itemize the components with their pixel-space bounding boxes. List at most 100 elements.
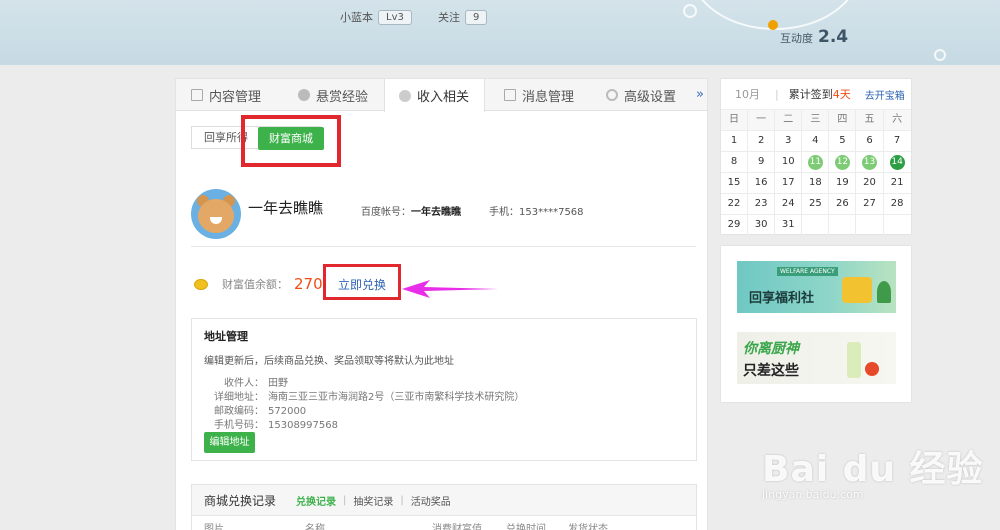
coin-icon [194,278,208,290]
signed-day-marker: 12 [834,154,850,170]
avatar[interactable] [191,189,241,239]
calendar-week: 15 16 17 18 19 20 21 [721,173,911,194]
coin-icon [298,89,310,101]
account-info: 百度帐号：一年去瞧瞧 [361,203,461,218]
calendar-day[interactable]: 15 [721,173,749,193]
welfare-club-banner[interactable]: WELFARE AGENCY 回享福利社 [737,261,896,313]
banner-tag: WELFARE AGENCY [777,267,838,276]
tab-label: 悬赏经验 [316,89,369,105]
address-row: 邮政编码： 572000 [214,406,307,417]
interaction-stat: 互动度 2.4 [780,27,848,47]
calendar-month: 10月 [735,88,760,101]
follow-label: 关注 [438,11,460,24]
tab-lottery-records[interactable]: 抽奖记录 [353,493,393,508]
calendar-day [856,215,884,235]
calendar-day [802,215,830,235]
column-header: 消费财富值 [432,524,482,530]
gear-icon [606,89,618,101]
level-label: 小蓝本 [340,11,373,24]
bottle-icon [847,342,861,378]
calendar-day[interactable]: 12 [829,152,857,172]
calendar-day[interactable]: 10 [775,152,803,172]
tab-event-prizes[interactable]: 活动奖品 [411,493,451,508]
calendar-day[interactable]: 29 [721,215,749,235]
weekday-label: 二 [775,110,803,130]
calendar-day[interactable]: 21 [884,173,911,193]
banner-title: 你离厨神 [743,341,799,357]
decor-circle [934,49,946,61]
fruit-icon [865,362,879,376]
calendar-day[interactable]: 13 [856,152,884,172]
calendar-day[interactable]: 8 [721,152,749,172]
calendar-day[interactable]: 20 [856,173,884,193]
calendar-day[interactable]: 31 [775,215,803,235]
calendar-day[interactable]: 16 [748,173,776,193]
weekday-label: 一 [748,110,776,130]
wealth-mall-button[interactable]: 财富商城 [258,127,324,150]
calendar-day[interactable]: 28 [884,194,911,214]
calendar-day[interactable]: 7 [884,131,911,151]
calendar-day[interactable]: 30 [748,215,776,235]
column-header: 图片 [204,524,224,530]
tab-content-management[interactable]: 内容管理 [191,79,261,111]
calendar-header: 10月 | 累计签到4天 去开宝箱 [721,79,911,110]
calendar-day[interactable]: 1 [721,131,749,151]
watermark-brand: Bai du 经验 [762,449,984,490]
level-badge[interactable]: Lv3 [378,9,412,25]
banner-subtitle: 只差这些 [743,363,799,379]
wealth-balance: 财富值余额： 270 [194,272,323,296]
tab-exchange-records[interactable]: 兑换记录 [296,493,336,508]
calendar-day[interactable]: 26 [829,194,857,214]
calendar-day[interactable]: 6 [856,131,884,151]
calendar-day[interactable]: 11 [802,152,830,172]
tab-advanced-settings[interactable]: 高级设置 [606,79,676,111]
calendar-day[interactable]: 4 [802,131,830,151]
tab-label: 收入相关 [417,90,470,105]
tabs-more-arrow[interactable]: » [696,87,704,102]
address-row: 收件人： 田野 [224,378,288,389]
tab-bar: 内容管理 悬赏经验 收入相关 消息管理 高级设置 » [176,79,707,112]
tab-label: 消息管理 [522,89,575,105]
calendar-day [884,215,911,235]
calendar-day[interactable]: 18 [802,173,830,193]
calendar-day[interactable]: 25 [802,194,830,214]
calendar-day[interactable]: 2 [748,131,776,151]
decor-circle [683,4,697,18]
calendar-day[interactable]: 22 [721,194,749,214]
weekday-row: 日一二三四五六 [721,110,911,131]
calendar-day[interactable]: 3 [775,131,803,151]
calendar-day[interactable]: 24 [775,194,803,214]
phone-info: 手机：153****7568 [489,207,584,218]
column-header: 兑换时间 [506,524,546,530]
signed-day-marker: 13 [862,154,878,170]
open-treasure-link[interactable]: 去开宝箱 [865,87,905,102]
edit-address-button[interactable]: 编辑地址 [204,432,255,453]
tab-messages[interactable]: 消息管理 [504,79,574,111]
level-stat: 小蓝本 Lv3 [340,9,412,25]
calendar-day[interactable]: 17 [775,173,803,193]
mail-icon [504,89,516,101]
tab-bounty-experience[interactable]: 悬赏经验 [298,79,368,111]
calendar-day[interactable]: 23 [748,194,776,214]
calendar-day[interactable]: 5 [829,131,857,151]
calendar-day[interactable]: 19 [829,173,857,193]
exchange-now-link[interactable]: 立即兑换 [338,276,386,293]
yen-icon [399,89,411,102]
chef-banner[interactable]: 你离厨神 只差这些 [737,332,896,384]
tab-income[interactable]: 收入相关 [384,79,485,112]
address-row: 手机号码： 15308997568 [214,420,338,431]
calendar-week: 29 30 31 [721,215,911,236]
user-profile: 一年去瞧瞧 百度帐号：一年去瞧瞧 手机：153****7568 [191,187,696,247]
interaction-value: 2.4 [818,27,849,47]
signin-days: 4天 [832,88,851,101]
follow-count[interactable]: 9 [465,9,488,25]
account-label: 百度帐号： [361,207,411,218]
calendar-day[interactable]: 27 [856,194,884,214]
column-header: 发货状态 [568,524,608,530]
follow-stat: 关注 9 [438,9,488,25]
calendar-day[interactable]: 14 [884,152,911,172]
calendar-day[interactable]: 9 [748,152,776,172]
weekday-label: 三 [802,110,830,130]
weekday-label: 六 [892,114,903,125]
level-dot [768,20,778,30]
